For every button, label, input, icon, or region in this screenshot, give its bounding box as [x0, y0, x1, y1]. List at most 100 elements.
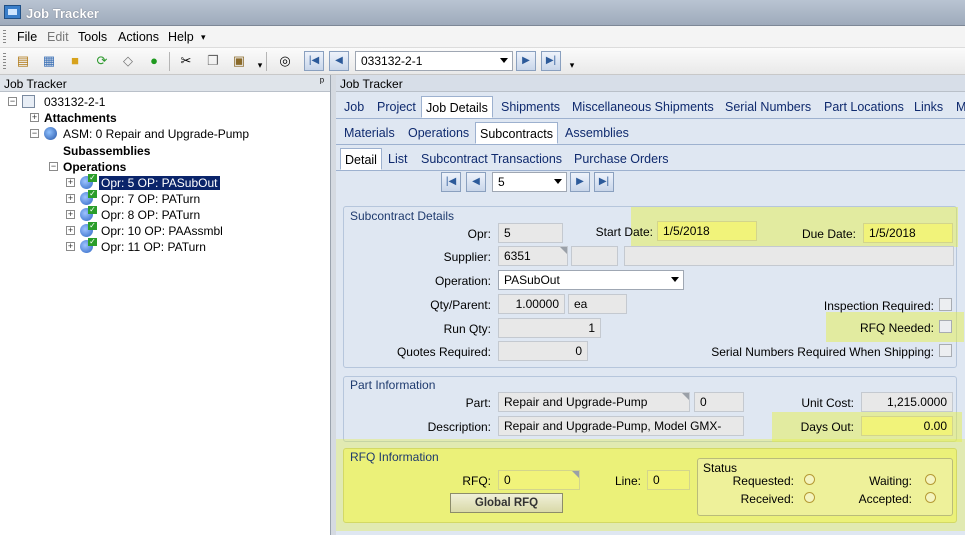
toolbar-overflow-icon-2[interactable]: ▾ [563, 56, 581, 74]
expand-icon[interactable]: + [66, 226, 75, 235]
supplier-address-field[interactable] [624, 246, 954, 266]
expand-icon[interactable]: + [30, 113, 39, 122]
tree-op-10[interactable]: Opr: 10 OP: PAAssmbl [101, 224, 223, 238]
start-date-field[interactable]: 1/5/2018 [657, 221, 757, 241]
global-rfq-button[interactable]: Global RFQ [450, 493, 563, 513]
menu-edit[interactable]: Edit [47, 30, 69, 44]
tree-op-8[interactable]: Opr: 8 OP: PATurn [101, 208, 200, 222]
copy-icon[interactable]: ❐ [204, 52, 222, 70]
supplier-name-field[interactable] [571, 246, 618, 266]
tab-job-details[interactable]: Job Details [421, 96, 493, 118]
last-record-icon[interactable]: ▶| [541, 51, 561, 71]
binoculars-icon[interactable]: ◎ [276, 52, 294, 70]
unit-cost-label: Unit Cost: [801, 396, 854, 410]
first-record-icon[interactable]: |◀ [441, 172, 461, 192]
toolbar-grip[interactable] [3, 53, 6, 70]
operation-combo[interactable]: PASubOut [498, 270, 684, 290]
quotes-required-field[interactable]: 0 [498, 341, 588, 361]
supplier-field[interactable]: 6351 [498, 246, 568, 266]
job-number-combo[interactable]: 033132-2-1 [355, 51, 513, 71]
uom-field[interactable]: ea [568, 294, 627, 314]
part-field[interactable]: Repair and Upgrade-Pump [498, 392, 690, 412]
expand-icon[interactable]: + [66, 194, 75, 203]
tree-assembly[interactable]: ASM: 0 Repair and Upgrade-Pump [63, 127, 249, 141]
operation-nav-combo[interactable]: 5 [492, 172, 567, 192]
previous-record-icon[interactable]: ◀ [466, 172, 486, 192]
menu-actions[interactable]: Actions [118, 30, 159, 44]
tree-attachments[interactable]: Attachments [44, 111, 117, 125]
collapse-icon[interactable]: − [49, 162, 58, 171]
tab-project[interactable]: Project [373, 96, 420, 118]
title-bar: Job Tracker [0, 0, 965, 26]
menu-tools[interactable]: Tools [78, 30, 107, 44]
next-record-icon[interactable]: ▶ [516, 51, 536, 71]
tab-part-locations[interactable]: Part Locations [820, 96, 908, 118]
collapse-icon[interactable]: − [8, 97, 17, 106]
tab-job[interactable]: Job [340, 96, 368, 118]
accepted-radio[interactable] [925, 492, 936, 503]
go-icon[interactable]: ● [145, 52, 163, 70]
collapse-icon[interactable]: − [30, 129, 39, 138]
eraser-icon[interactable]: ◇ [119, 52, 137, 70]
paste-icon[interactable]: ▣ [230, 52, 248, 70]
tree-op-5[interactable]: Opr: 5 OP: PASubOut [99, 176, 220, 190]
requested-radio[interactable] [804, 474, 815, 485]
tab-operations[interactable]: Operations [404, 122, 473, 144]
tree-subassemblies[interactable]: Subassemblies [63, 144, 150, 158]
tab-serial-numbers[interactable]: Serial Numbers [721, 96, 815, 118]
menu-grip[interactable] [3, 30, 6, 44]
open-book-icon[interactable]: ▤ [14, 52, 32, 70]
pin-icon[interactable]: ᵖ [320, 76, 324, 88]
description-field[interactable]: Repair and Upgrade-Pump, Model GMX- [498, 416, 744, 436]
inspection-required-checkbox[interactable] [939, 298, 952, 311]
tab-subcontracts[interactable]: Subcontracts [475, 122, 558, 144]
subcontract-details-title: Subcontract Details [350, 209, 455, 223]
folder-icon[interactable]: ■ [66, 52, 84, 70]
toolbar-separator [169, 52, 170, 71]
due-date-field[interactable]: 1/5/2018 [863, 223, 953, 243]
tab-misc-shipments[interactable]: Miscellaneous Shipments [568, 96, 718, 118]
waiting-radio[interactable] [925, 474, 936, 485]
tree-panel-title: Job Tracker [4, 77, 67, 91]
qty-parent-field[interactable]: 1.00000 [498, 294, 565, 314]
tree-root-job[interactable]: 033132-2-1 [44, 95, 105, 109]
rfq-needed-checkbox[interactable] [939, 320, 952, 333]
menu-overflow-icon[interactable]: ▾ [201, 32, 206, 43]
tab-detail[interactable]: Detail [340, 148, 382, 170]
expand-icon[interactable]: + [66, 242, 75, 251]
tree-op-7[interactable]: Opr: 7 OP: PATurn [101, 192, 200, 206]
tab-shipments[interactable]: Shipments [497, 96, 564, 118]
menu-help[interactable]: Help [168, 30, 194, 44]
supplier-label: Supplier: [443, 250, 491, 264]
refresh-icon[interactable]: ⟳ [93, 52, 111, 70]
tree-operations[interactable]: Operations [63, 160, 126, 174]
expand-icon[interactable]: + [66, 210, 75, 219]
qty-parent-label: Qty/Parent: [430, 298, 491, 312]
rfq-field[interactable]: 0 [498, 470, 580, 490]
last-record-icon[interactable]: ▶| [594, 172, 614, 192]
next-record-icon[interactable]: ▶ [570, 172, 590, 192]
tab-links[interactable]: Links [910, 96, 947, 118]
first-record-icon[interactable]: |◀ [304, 51, 324, 71]
tab-purchase-orders[interactable]: Purchase Orders [570, 148, 672, 170]
grid-icon[interactable]: ▦ [40, 52, 58, 70]
revision-field[interactable]: 0 [694, 392, 744, 412]
unit-cost-field[interactable]: 1,215.0000 [861, 392, 953, 412]
tree-op-11[interactable]: Opr: 11 OP: PATurn [101, 240, 206, 254]
run-qty-field[interactable]: 1 [498, 318, 601, 338]
tab-list[interactable]: List [384, 148, 411, 170]
previous-record-icon[interactable]: ◀ [329, 51, 349, 71]
expand-icon[interactable]: + [66, 178, 75, 187]
received-radio[interactable] [804, 492, 815, 503]
serial-required-checkbox[interactable] [939, 344, 952, 357]
menu-file[interactable]: File [17, 30, 37, 44]
opr-field[interactable]: 5 [498, 223, 563, 243]
tab-assemblies[interactable]: Assemblies [561, 122, 633, 144]
days-out-field[interactable]: 0.00 [861, 416, 953, 436]
tab-more[interactable]: M [952, 96, 965, 118]
line-field[interactable]: 0 [647, 470, 690, 490]
tab-materials[interactable]: Materials [340, 122, 399, 144]
cut-icon[interactable]: ✂ [177, 52, 195, 70]
opr-label: Opr: [467, 227, 491, 241]
tab-subcontract-transactions[interactable]: Subcontract Transactions [417, 148, 566, 170]
